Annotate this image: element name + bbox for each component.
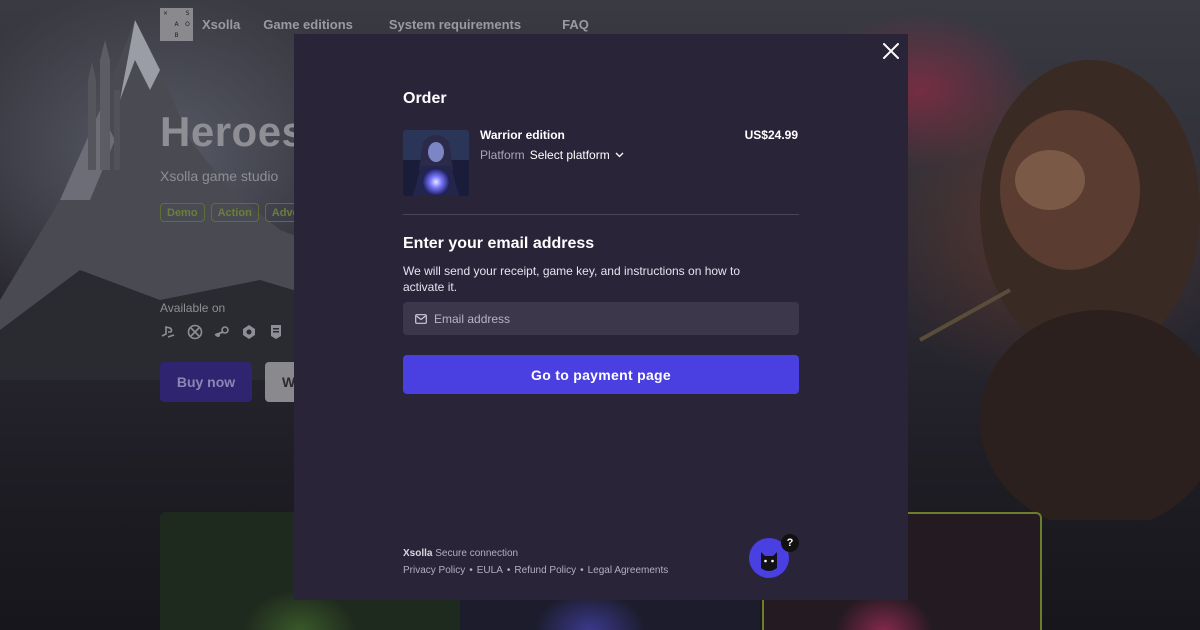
steam-icon [214,326,229,337]
email-input[interactable] [434,311,774,326]
email-field[interactable] [403,302,799,335]
available-on-label: Available on [160,301,226,315]
secure-connection: Xsolla Secure connection [403,548,518,559]
platform-row: Platform Select platform [480,148,624,162]
email-section-title: Enter your email address [403,235,595,252]
email-section-description: We will send your receipt, game key, and… [403,264,741,294]
platform-icons [160,324,284,340]
divider [403,214,799,215]
epic-games-icon [271,325,281,339]
footer-brand: Xsolla [403,548,433,559]
chevron-down-icon [615,152,624,158]
nav-link-game-editions[interactable]: Game editions [263,17,353,32]
platform-select-value: Select platform [529,148,610,162]
tag-action[interactable]: Action [210,203,259,222]
tag-demo[interactable]: Demo [160,203,205,222]
edition-thumbnail [403,130,469,196]
platform-label: Platform [480,148,525,162]
game-title: Heroes [160,108,306,155]
logo-glyph: O [185,21,190,28]
refund-policy-link[interactable]: Refund Policy [514,565,576,576]
go-to-payment-button[interactable]: Go to payment page [403,355,799,394]
logo-glyph: × [162,10,169,17]
mail-icon [415,313,427,324]
logo-glyph: S [185,10,190,17]
help-badge[interactable]: ? [781,534,799,552]
legal-agreements-link[interactable]: Legal Agreements [588,565,669,576]
logo-glyph: A [174,21,179,28]
edition-name: Warrior edition [480,128,565,142]
genre-tags: Demo Action Adve [160,203,306,222]
edition-price: US$24.99 [744,128,798,142]
close-icon[interactable] [880,40,902,62]
order-title: Order [403,90,447,107]
playstation-icon [161,325,175,338]
platform-select-dropdown[interactable]: Select platform [530,148,624,162]
secure-connection-label: Secure connection [435,548,519,559]
legal-links: Privacy Policy • EULA • Refund Policy • Legal … [403,565,669,576]
nav-link-faq[interactable]: FAQ [562,17,589,32]
creature-art [919,60,1200,520]
studio-name: Xsolla game studio [160,168,279,184]
eula-link[interactable]: EULA [477,565,503,576]
xsolla-logo[interactable]: × S A O B [160,8,193,41]
xbox-icon [187,324,203,340]
privacy-policy-link[interactable]: Privacy Policy [403,565,465,576]
logo-glyph: B [174,32,179,39]
nav-brand[interactable]: Xsolla [202,17,240,32]
nav-link-system-requirements[interactable]: System requirements [389,17,521,32]
buy-now-button[interactable]: Buy now [160,362,252,402]
gog-icon [243,325,255,339]
